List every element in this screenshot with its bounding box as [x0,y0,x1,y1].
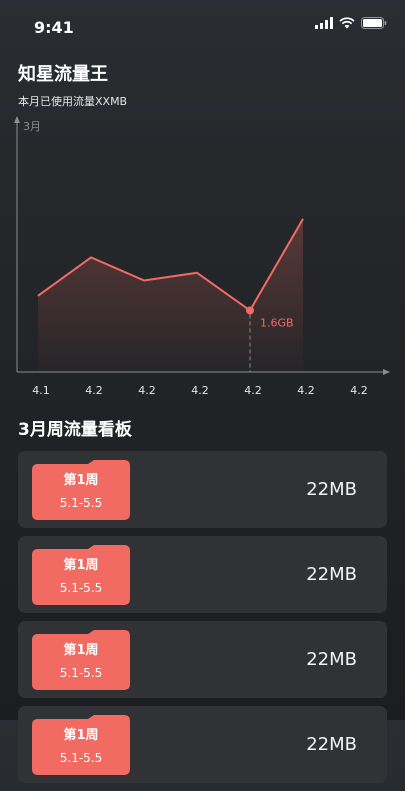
week-card[interactable]: 第1周 5.1-5.5 22MB [18,621,387,698]
battery-icon [361,17,387,29]
week-range: 5.1-5.5 [32,666,130,680]
section-title: 3月周流量看板 [18,415,132,440]
y-axis-arrow [14,116,20,123]
status-icons [315,17,387,29]
status-bar: 9:41 [0,0,405,56]
week-tag: 第1周 5.1-5.5 [32,460,130,520]
week-card[interactable]: 第1周 5.1-5.5 22MB [18,451,387,528]
x-tick-label: 4.1 [32,384,50,397]
week-range: 5.1-5.5 [32,496,130,510]
x-tick-label: 4.2 [350,384,368,397]
week-usage: 22MB [306,734,357,755]
week-label: 第1周 [32,554,130,573]
wifi-icon [339,17,355,29]
week-tag: 第1周 5.1-5.5 [32,545,130,605]
week-card[interactable]: 第1周 5.1-5.5 22MB [18,536,387,613]
week-range: 5.1-5.5 [32,581,130,595]
x-tick-label: 4.2 [85,384,103,397]
x-tick-label: 4.2 [138,384,156,397]
x-tick-label: 4.2 [244,384,262,397]
data-point[interactable] [246,306,254,314]
week-card[interactable]: 第1周 5.1-5.5 22MB [18,706,387,783]
week-usage: 22MB [306,649,357,670]
annotation-label: 1.6GB [260,316,294,329]
week-list: 第1周 5.1-5.5 22MB 第1周 5.1-5.5 22MB 第1周 5.1-5.5 22… [18,451,387,791]
app-title: 知星流量王 [18,60,108,86]
week-usage: 22MB [306,564,357,585]
week-range: 5.1-5.5 [32,751,130,765]
week-tag: 第1周 5.1-5.5 [32,715,130,775]
series-area [38,219,303,372]
week-usage: 22MB [306,479,357,500]
week-label: 第1周 [32,469,130,488]
week-tag: 第1周 5.1-5.5 [32,630,130,690]
signal-icon [315,17,333,29]
x-axis-arrow [383,369,390,375]
app-subtitle: 本月已使用流量XXMB [18,93,127,109]
week-label: 第1周 [32,639,130,658]
y-axis-label: 3月 [23,120,41,133]
week-label: 第1周 [32,724,130,743]
x-tick-label: 4.2 [297,384,315,397]
status-time: 9:41 [34,18,74,37]
x-tick-label: 4.2 [191,384,209,397]
traffic-chart: 3月 1.6GB 4.1 4.2 4.2 4.2 4.2 4.2 4.2 [0,110,405,405]
